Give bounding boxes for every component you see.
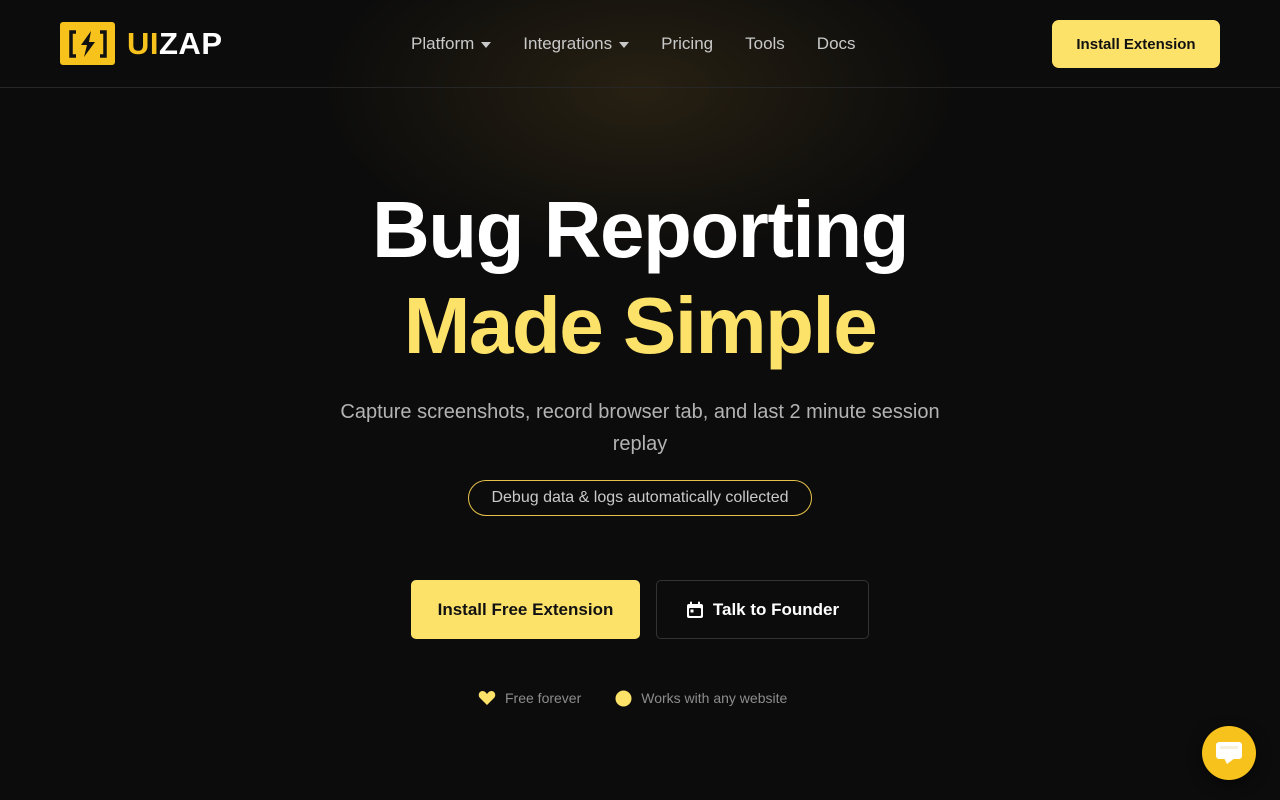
- feature-any-website: Works with any website: [615, 690, 787, 707]
- install-free-extension-button[interactable]: Install Free Extension: [411, 580, 640, 639]
- hero-subtitle: Capture screenshots, record browser tab,…: [340, 401, 940, 455]
- nav-item-label: Tools: [745, 34, 785, 53]
- nav-item-pricing[interactable]: Pricing: [661, 34, 713, 54]
- hero-title: Bug Reporting Made Simple: [0, 182, 1280, 374]
- chat-icon: [1215, 740, 1243, 766]
- calendar-icon: [686, 601, 704, 619]
- heart-icon: [478, 690, 496, 706]
- navbar: UIZAP Platform Integrations Pricing Tool…: [0, 0, 1280, 88]
- install-extension-button[interactable]: Install Extension: [1052, 20, 1220, 68]
- caret-down-icon: [481, 42, 492, 48]
- nav-item-label: Platform: [411, 34, 475, 53]
- debug-data-pill: Debug data & logs automatically collecte…: [468, 480, 812, 516]
- chat-launcher-button[interactable]: [1202, 726, 1256, 780]
- nav-item-integrations[interactable]: Integrations: [523, 34, 630, 54]
- nav-links: Platform Integrations Pricing Tools Docs: [411, 0, 888, 88]
- caret-down-icon: [619, 42, 630, 48]
- circle-icon: [615, 690, 632, 707]
- nav-item-tools[interactable]: Tools: [745, 34, 785, 54]
- nav-item-label: Pricing: [661, 34, 714, 53]
- talk-to-founder-button[interactable]: Talk to Founder: [656, 580, 869, 639]
- feature-free-forever: Free forever: [478, 690, 581, 706]
- logo-wordmark: UIZAP: [127, 26, 223, 62]
- hero-title-line2: Made Simple: [403, 281, 878, 370]
- feature-list: Free forever Works with any website: [478, 686, 787, 710]
- logo-text-ui: UI: [127, 25, 159, 61]
- nav-item-docs[interactable]: Docs: [817, 34, 856, 54]
- nav-item-label: Integrations: [523, 34, 613, 53]
- nav-item-label: Docs: [816, 34, 856, 53]
- logo[interactable]: UIZAP: [60, 22, 223, 65]
- feature-label: Works with any website: [641, 690, 788, 706]
- hero-title-line1: Bug Reporting: [372, 185, 909, 274]
- logo-text-zap: ZAP: [159, 25, 223, 61]
- logo-bolt-icon: [60, 22, 115, 65]
- talk-to-founder-label: Talk to Founder: [712, 599, 840, 619]
- feature-label: Free forever: [505, 690, 582, 706]
- landing-page: UIZAP Platform Integrations Pricing Tool…: [0, 0, 1280, 800]
- nav-item-platform[interactable]: Platform: [411, 34, 492, 54]
